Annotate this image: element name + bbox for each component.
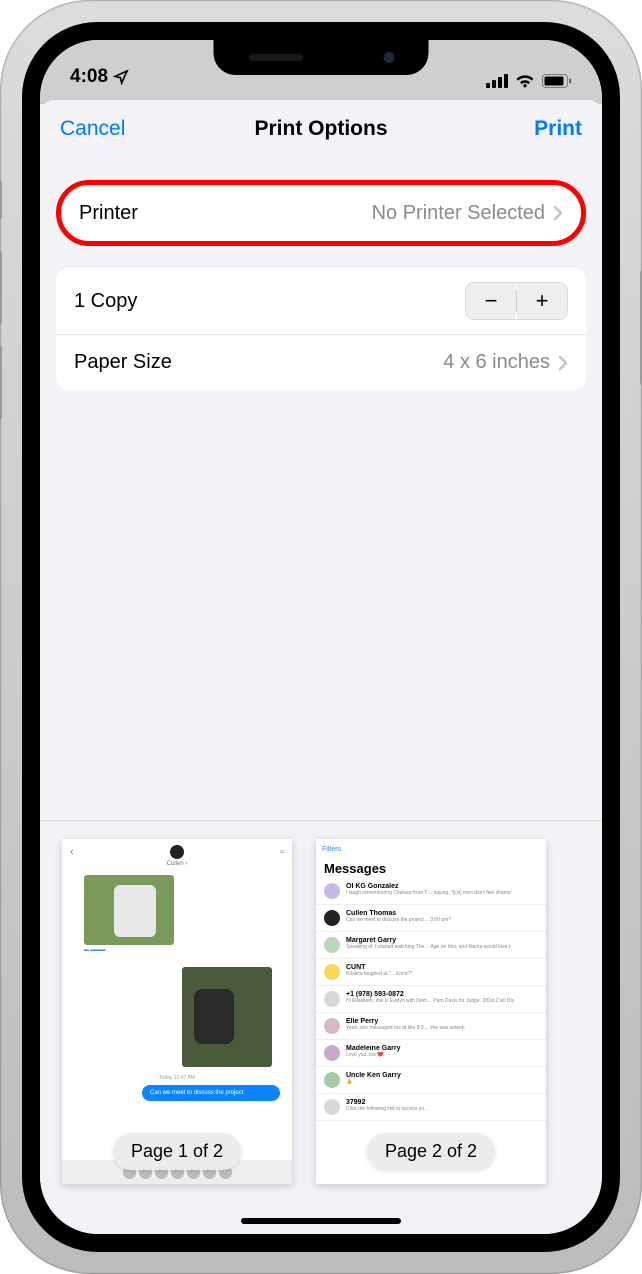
nav-bar: Cancel Print Options Print xyxy=(40,100,602,158)
list-item: OI KG GonzalezI laugh remembering Chelse… xyxy=(316,878,546,905)
wifi-icon xyxy=(515,74,535,88)
location-icon xyxy=(113,69,129,85)
print-options-sheet: Cancel Print Options Print Printer No Pr… xyxy=(40,100,602,1234)
list-item: Uncle Ken Garry👍 xyxy=(316,1067,546,1094)
page-thumbnail-1[interactable]: ‹▫ Cullen › ▬ ▬▬▬ Today 12:47 PM Can we … xyxy=(62,839,292,1184)
cellular-icon xyxy=(486,74,508,88)
printer-label: Printer xyxy=(79,202,138,225)
list-item: Elle PerryYeah, she messaged me at like … xyxy=(316,1013,546,1040)
copies-label: 1 Copy xyxy=(74,290,137,313)
page-preview-area[interactable]: ‹▫ Cullen › ▬ ▬▬▬ Today 12:47 PM Can we … xyxy=(40,820,602,1234)
stepper-decrement-button[interactable]: − xyxy=(466,283,516,319)
list-item: Margaret GarrySpeaking of, I started wat… xyxy=(316,932,546,959)
chevron-right-icon xyxy=(553,205,563,221)
cancel-button[interactable]: Cancel xyxy=(60,117,125,141)
printer-row[interactable]: Printer No Printer Selected xyxy=(61,185,581,241)
chevron-right-icon xyxy=(558,355,568,371)
status-time: 4:08 xyxy=(70,66,108,88)
list-item: Cullen ThomasCan we meet to discuss the … xyxy=(316,905,546,932)
paper-size-label: Paper Size xyxy=(74,351,172,374)
page-badge: Page 2 of 2 xyxy=(367,1133,495,1170)
list-item: CUNTKristina laughed at "…iconic?" xyxy=(316,959,546,986)
stepper-increment-button[interactable]: + xyxy=(517,283,567,319)
printer-group: Printer No Printer Selected xyxy=(56,180,586,246)
list-item: +1 (978) 593-0872Hi Elisabeth, this is E… xyxy=(316,986,546,1013)
battery-icon xyxy=(542,74,572,88)
list-item: Madeleine GarryLove you, too ❤️ xyxy=(316,1040,546,1067)
list-item: 37992Click the following link to access … xyxy=(316,1094,546,1121)
settings-group: 1 Copy − + Paper Size 4 x 6 inches xyxy=(56,268,586,390)
print-button[interactable]: Print xyxy=(534,117,582,141)
page-badge: Page 1 of 2 xyxy=(113,1133,241,1170)
copies-row: 1 Copy − + xyxy=(56,268,586,334)
home-indicator[interactable] xyxy=(241,1218,401,1224)
page-thumbnail-2[interactable]: Filters Messages OI KG GonzalezI laugh r… xyxy=(316,839,546,1184)
paper-size-row[interactable]: Paper Size 4 x 6 inches xyxy=(56,334,586,390)
paper-size-value: 4 x 6 inches xyxy=(443,351,550,374)
printer-value: No Printer Selected xyxy=(372,202,545,225)
copies-stepper: − + xyxy=(465,282,568,320)
